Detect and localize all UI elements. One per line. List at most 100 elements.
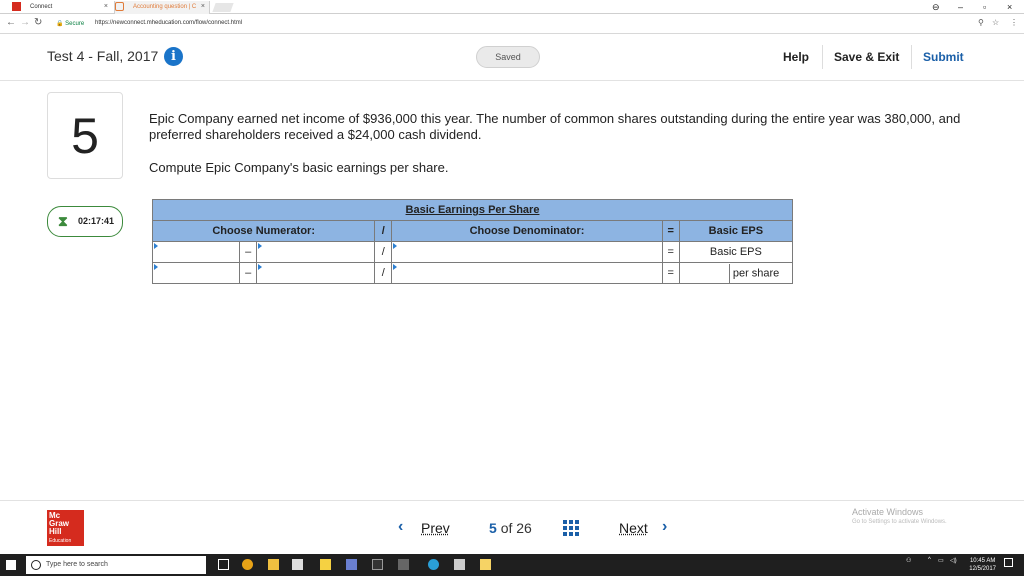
calculator-icon[interactable] (454, 559, 465, 570)
test-title: Test 4 - Fall, 2017 (47, 48, 159, 64)
minus-sign: – (239, 262, 258, 284)
footer-bar: Mc Graw Hill Education ‹ Prev 5 of 26 Ne… (0, 500, 1024, 553)
numerator-input-1[interactable] (151, 262, 241, 284)
sticky-notes-icon[interactable] (480, 559, 491, 570)
result-header: Basic EPS (678, 220, 794, 242)
info-icon[interactable]: i (164, 47, 183, 66)
numerator-input-2[interactable] (256, 262, 376, 284)
activate-windows-subtitle: Go to Settings to activate Windows. (852, 519, 947, 525)
tab-connect[interactable]: Connect × (12, 1, 112, 14)
prev-button[interactable]: Prev (421, 520, 450, 536)
chevron-left-icon[interactable]: ‹ (398, 518, 403, 536)
volume-icon[interactable]: ◁) (950, 557, 957, 564)
timer-badge: ⧗ 02:17:41 (47, 206, 123, 237)
store-icon[interactable] (320, 559, 331, 570)
minimize-button[interactable]: – (958, 0, 963, 14)
taskbar-search-input[interactable]: Type here to search (26, 556, 206, 574)
account-icon[interactable]: ⊖ (932, 0, 940, 14)
question-number: 5 (47, 92, 123, 179)
task-view-icon[interactable] (218, 559, 229, 570)
timer-value: 02:17:41 (78, 216, 115, 226)
app-icon[interactable] (346, 559, 357, 570)
denominator-input[interactable] (391, 262, 663, 284)
test-header: Test 4 - Fall, 2017 i Saved Help Save & … (0, 35, 1024, 81)
tab-close-icon[interactable]: × (201, 1, 205, 13)
logo-line: Education (49, 538, 72, 544)
cortana-icon (31, 560, 41, 570)
maximize-button[interactable]: ▫ (983, 0, 986, 14)
search-placeholder: Type here to search (46, 561, 108, 568)
numerator-select-2[interactable] (256, 241, 376, 263)
divide-sign: / (374, 241, 393, 263)
denominator-select[interactable] (391, 241, 663, 263)
minus-sign: – (239, 241, 258, 263)
app-icon[interactable] (428, 559, 439, 570)
back-arrow-icon[interactable]: ← (6, 17, 16, 28)
chevron-right-icon[interactable]: › (662, 518, 667, 536)
divide-sign: / (374, 262, 393, 284)
per-share-label: per share (732, 266, 780, 279)
chegg-favicon-icon (115, 2, 124, 11)
url-field[interactable]: https://newconnect.mheducation.com/flow/… (95, 20, 242, 26)
equals-sign: = (661, 262, 680, 284)
mcgraw-hill-logo: Mc Graw Hill Education (47, 510, 84, 546)
bookmark-star-icon[interactable]: ☆ (992, 18, 999, 27)
logo-line: Hill (49, 527, 62, 536)
eps-worksheet-table: Basic Earnings Per Share Choose Numerato… (151, 199, 794, 284)
file-explorer-icon[interactable] (268, 559, 279, 570)
page-indicator: 5 of 26 (489, 520, 532, 536)
activate-windows-title: Activate Windows (852, 507, 924, 517)
question-grid-icon[interactable] (563, 520, 579, 536)
table-header-row: Choose Numerator: / Choose Denominator: … (151, 220, 794, 242)
eps-answer-field[interactable] (680, 263, 730, 283)
question-prompt: Compute Epic Company's basic earnings pe… (149, 160, 449, 175)
next-button[interactable]: Next (619, 520, 648, 536)
clock-date: 12/5/2017 (969, 566, 996, 572)
table-row: – / = Basic EPS (151, 241, 794, 263)
equals-sign: = (661, 241, 680, 263)
connect-favicon-icon (12, 2, 21, 11)
network-icon[interactable]: ▭ (938, 557, 944, 564)
people-icon[interactable]: ⚇ (906, 557, 911, 564)
address-bar: ← → ↻ 🔒 Secure https://newconnect.mheduc… (0, 15, 1024, 34)
browser-tab-bar: Connect × Accounting question | C × ⊖ – … (0, 0, 1024, 14)
hourglass-icon: ⧗ (58, 213, 68, 229)
save-exit-button[interactable]: Save & Exit (834, 50, 899, 64)
secure-label: Secure (65, 21, 85, 27)
numerator-select-1[interactable] (151, 241, 241, 263)
tray-chevron-up-icon[interactable]: ^ (928, 557, 931, 563)
new-tab-button[interactable] (212, 3, 234, 12)
header-divider (911, 45, 912, 69)
saved-status-badge: Saved (476, 46, 540, 68)
forward-arrow-icon[interactable]: → (20, 17, 30, 28)
table-row: – / = per share (151, 262, 794, 284)
clock-time: 10:45 AM (969, 558, 996, 564)
tab-accounting-question[interactable]: Accounting question | C × (114, 1, 210, 14)
result-label: Basic EPS (678, 241, 794, 263)
taskbar-clock[interactable]: 10:45 AM 12/5/2017 (969, 557, 996, 573)
calendar-icon[interactable] (398, 559, 409, 570)
table-title-row: Basic Earnings Per Share (152, 199, 793, 221)
tab-label: Connect (30, 4, 53, 10)
close-window-button[interactable]: × (1007, 0, 1012, 14)
equals-header: = (661, 220, 680, 242)
help-button[interactable]: Help (783, 50, 809, 64)
submit-button[interactable]: Submit (923, 50, 964, 64)
tab-close-icon[interactable]: × (104, 1, 108, 13)
question-text: Epic Company earned net income of $936,0… (149, 111, 961, 142)
header-divider (822, 45, 823, 69)
app-icon[interactable] (372, 559, 383, 570)
denominator-header: Choose Denominator: (391, 220, 663, 242)
divide-header: / (374, 220, 393, 242)
result-input[interactable]: per share (678, 262, 794, 284)
current-page: 5 (489, 520, 497, 536)
chrome-icon[interactable] (242, 559, 253, 570)
windows-start-icon[interactable] (6, 560, 16, 570)
notification-icon[interactable] (1004, 558, 1013, 567)
table-title: Basic Earnings Per Share (152, 199, 793, 221)
reload-icon[interactable]: ↻ (34, 17, 42, 28)
menu-kebab-icon[interactable]: ⋮ (1010, 18, 1018, 27)
microphone-icon[interactable] (196, 559, 201, 570)
mail-icon[interactable] (292, 559, 303, 570)
zoom-icon[interactable]: ⚲ (978, 18, 984, 27)
